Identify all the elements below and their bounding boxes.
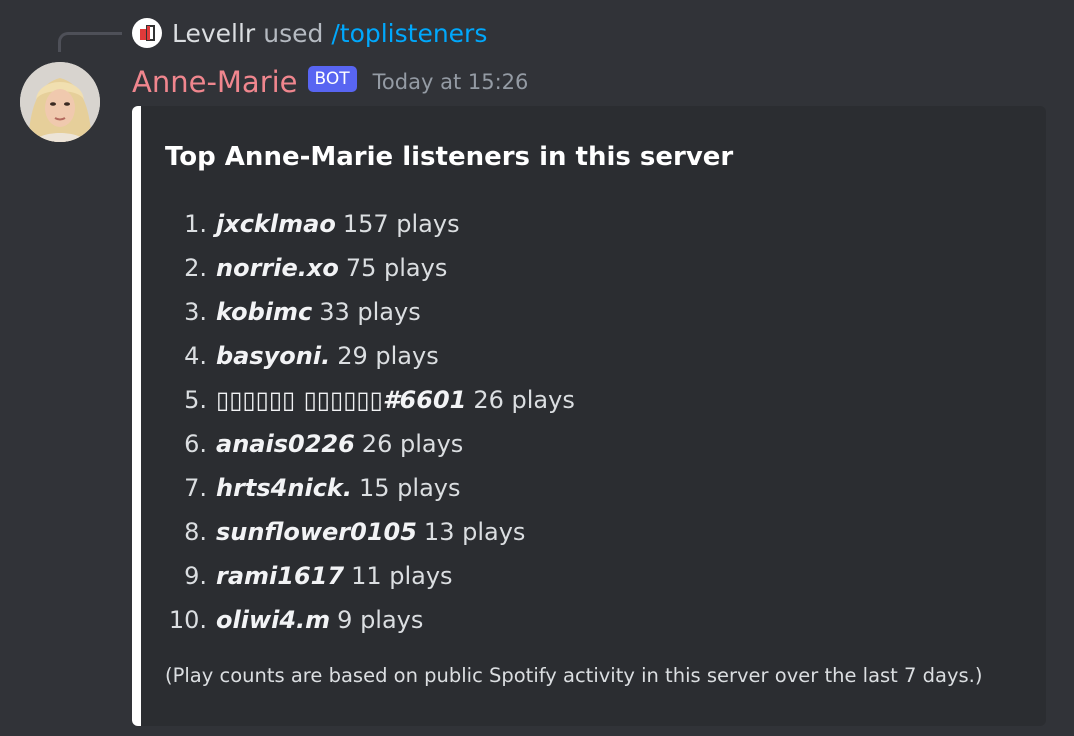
play-count: 13 plays	[423, 518, 526, 546]
play-count: 26 plays	[361, 430, 464, 458]
listener-username: hrts4nick.	[216, 474, 352, 502]
avatar[interactable]	[20, 62, 100, 142]
embed-footer-note: (Play counts are based on public Spotify…	[165, 664, 983, 687]
levellr-logo-icon[interactable]	[132, 18, 162, 48]
list-item: 7. hrts4nick. 15 plays	[163, 466, 575, 510]
rank-number: 9.	[184, 562, 207, 590]
play-count: 29 plays	[337, 342, 439, 370]
message-header: Anne-Marie BOT Today at 15:26	[132, 62, 528, 102]
rank-number: 2.	[184, 254, 207, 282]
reply-connector-line	[58, 32, 122, 52]
play-count: 157 plays	[342, 210, 460, 238]
list-item: 8. sunflower0105 13 plays	[163, 510, 575, 554]
play-count: 26 plays	[473, 386, 575, 414]
list-item: 1. jxcklmao 157 plays	[163, 202, 575, 246]
rank-number: 10.	[168, 606, 207, 634]
interaction-user[interactable]: Levellr	[172, 19, 255, 48]
play-count: 75 plays	[345, 254, 448, 282]
message-timestamp[interactable]: Today at 15:26	[373, 70, 529, 94]
listener-ranking-list: 1. jxcklmao 157 plays 2. norrie.xo 75 plays 3.…	[163, 202, 575, 642]
rank-number: 5.	[184, 386, 207, 414]
interaction-verb: used	[263, 18, 324, 48]
author-name[interactable]: Anne-Marie	[132, 65, 298, 99]
embed-title: Top Anne-Marie listeners in this server	[165, 142, 734, 172]
rank-number: 8.	[184, 518, 207, 546]
rank-number: 1.	[184, 210, 207, 238]
list-item: 2. norrie.xo 75 plays	[163, 246, 575, 290]
listener-username: jxcklmao	[216, 210, 336, 238]
play-count: 11 plays	[351, 562, 453, 590]
rank-number: 3.	[184, 298, 207, 326]
chat-message: Levellr used /toplisteners Anne-Marie BO…	[0, 0, 1074, 736]
listener-username: sunflower0105	[216, 518, 417, 546]
play-count: 15 plays	[359, 474, 461, 502]
list-item: 9. rami1617 11 plays	[163, 554, 575, 598]
listener-username: norrie.xo	[216, 254, 339, 282]
listener-username: basyoni.	[216, 342, 331, 370]
play-count: 33 plays	[319, 298, 421, 326]
listener-username: oliwi4.m	[216, 606, 331, 634]
embed-card: Top Anne-Marie listeners in this server …	[132, 106, 1046, 726]
list-item: 3. kobimc 33 plays	[163, 290, 575, 334]
interaction-header: Levellr used /toplisteners	[132, 16, 487, 50]
rank-number: 7.	[184, 474, 207, 502]
bot-badge: BOT	[307, 66, 357, 92]
listener-username: rami1617	[216, 562, 345, 590]
list-item: 4. basyoni. 29 plays	[163, 334, 575, 378]
interaction-command-link[interactable]: /toplisteners	[331, 19, 487, 48]
list-item: 5. ▯▯▯▯▯▯ ▯▯▯▯▯▯#6601 26 plays	[163, 378, 575, 422]
listener-username: anais0226	[216, 430, 355, 458]
list-item: 10. oliwi4.m 9 plays	[163, 598, 575, 642]
play-count: 9 plays	[337, 606, 424, 634]
rank-number: 6.	[184, 430, 207, 458]
rank-number: 4.	[184, 342, 207, 370]
listener-username: ▯▯▯▯▯▯ ▯▯▯▯▯▯#6601	[216, 386, 467, 414]
list-item: 6. anais0226 26 plays	[163, 422, 575, 466]
listener-username: kobimc	[216, 298, 313, 326]
